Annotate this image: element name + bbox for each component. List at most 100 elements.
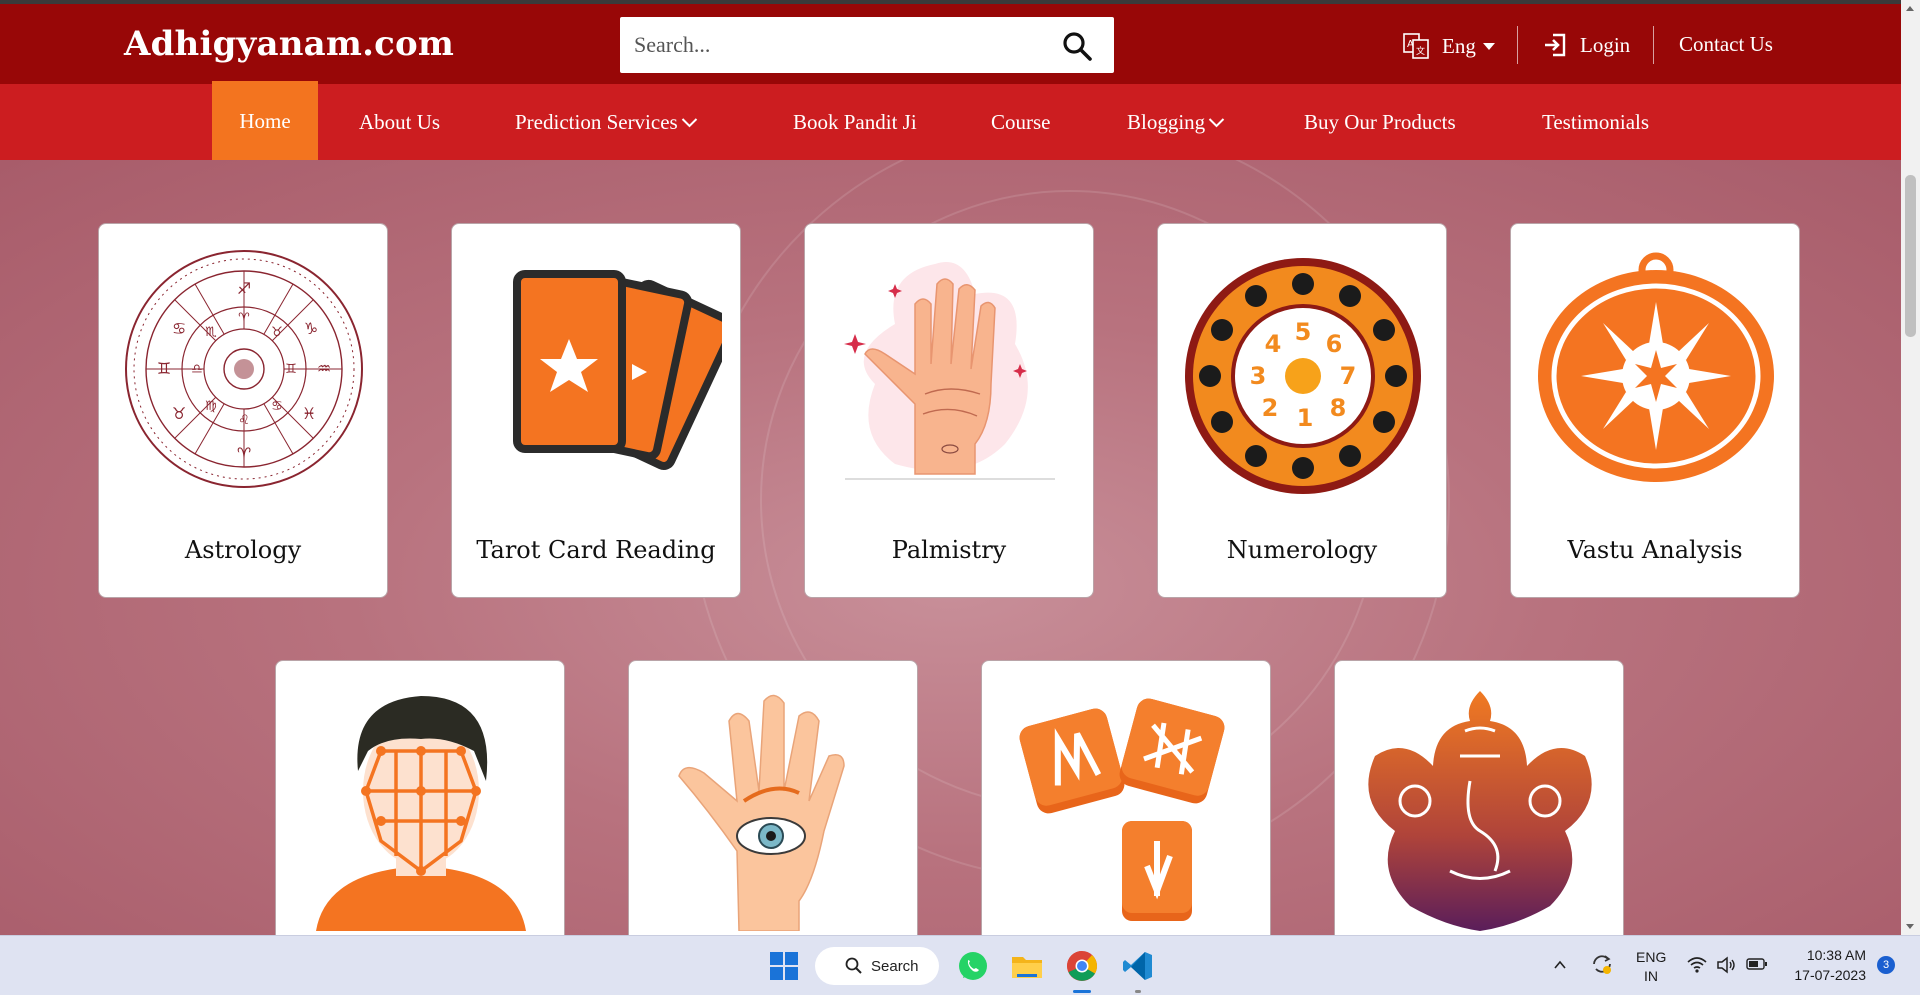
service-title: Vastu Analysis: [1567, 536, 1743, 564]
login-link[interactable]: Login: [1542, 32, 1630, 58]
contact-link[interactable]: Contact Us: [1679, 32, 1773, 57]
service-card-tarot[interactable]: Tarot Card Reading: [451, 223, 741, 598]
service-card-vastu[interactable]: Vastu Analysis: [1510, 223, 1800, 598]
header-divider: [1517, 26, 1518, 64]
chevron-down-icon: [1208, 118, 1225, 128]
services-section: ♈ ♉ ♊ ♋ ♌ ♍ ♎ ♏ ♐ ♑ ♒ ♓ ♈ ♉ ♊ ♋ Astrology Tarot Card…: [0, 160, 1901, 935]
nav-about-us[interactable]: About Us: [359, 84, 440, 160]
svg-text:♑: ♑: [304, 319, 318, 338]
svg-text:♐: ♐: [237, 279, 251, 298]
service-title: Numerology: [1226, 536, 1378, 564]
svg-text:3: 3: [1250, 362, 1267, 390]
search-icon[interactable]: [1062, 31, 1092, 61]
svg-text:♈: ♈: [237, 444, 251, 463]
service-card-runes[interactable]: [981, 660, 1271, 935]
nav-label: Prediction Services: [515, 110, 678, 134]
service-card-astrology[interactable]: ♈ ♉ ♊ ♋ ♌ ♍ ♎ ♏ ♐ ♑ ♒ ♓ ♈ ♉ ♊ ♋ Astrology: [98, 223, 388, 598]
nav-course[interactable]: Course: [991, 84, 1051, 160]
vastu-sun-icon: [1538, 252, 1774, 482]
region-code: IN: [1644, 968, 1658, 984]
nav-label: Buy Our Products: [1304, 110, 1456, 134]
svg-text:4: 4: [1265, 330, 1282, 358]
chevron-down-icon: [681, 118, 697, 128]
nav-label: About Us: [359, 110, 441, 134]
svg-text:7: 7: [1340, 362, 1357, 390]
os-taskbar: Search ENG IN 10:38 AM 17-07-2023 3: [0, 935, 1920, 995]
notification-badge[interactable]: 3: [1877, 956, 1895, 974]
ganesha-icon: [1368, 691, 1592, 931]
clock-date: 17-07-2023: [1794, 967, 1866, 983]
sync-icon[interactable]: [1590, 952, 1614, 976]
language-selector[interactable]: A 文 Eng: [1402, 32, 1496, 60]
nav-book-pandit-ji[interactable]: Book Pandit Ji: [793, 84, 917, 160]
hand-eye-icon: [678, 694, 845, 931]
translate-icon: A 文: [1403, 33, 1429, 59]
chrome-icon[interactable]: [1064, 948, 1100, 984]
language-label: Eng: [1442, 33, 1476, 58]
file-explorer-icon[interactable]: [1009, 948, 1045, 984]
numerology-wheel-icon: 4 5 6 7 812 3: [1185, 258, 1421, 494]
svg-text:5: 5: [1295, 318, 1312, 346]
nav-home[interactable]: Home: [212, 81, 318, 161]
svg-text:6: 6: [1326, 330, 1343, 358]
svg-text:♌: ♌: [238, 413, 250, 428]
palm-lines-icon: [844, 262, 1055, 480]
battery-icon[interactable]: [1746, 957, 1768, 971]
service-card-hand-eye[interactable]: [628, 660, 918, 935]
svg-text:1: 1: [1297, 404, 1314, 432]
wifi-icon[interactable]: [1686, 956, 1708, 974]
svg-text:♓: ♓: [302, 404, 316, 423]
svg-text:♊: ♊: [157, 359, 171, 378]
svg-text:♒: ♒: [317, 359, 331, 378]
search-icon: [845, 957, 862, 974]
service-title: Tarot Card Reading: [476, 536, 716, 564]
input-language[interactable]: ENG IN: [1636, 948, 1666, 986]
taskbar-search-label: Search: [871, 957, 919, 975]
svg-text:♉: ♉: [172, 404, 186, 423]
nav-label: Testimonials: [1542, 110, 1650, 134]
nav-label: Book Pandit Ji: [793, 110, 917, 134]
scroll-down-icon[interactable]: [1906, 924, 1914, 929]
svg-text:♋: ♋: [271, 399, 283, 414]
service-card-ganesha[interactable]: [1334, 660, 1624, 935]
scroll-up-icon[interactable]: [1906, 6, 1914, 11]
search-box: [620, 17, 1114, 73]
svg-text:♉: ♉: [271, 325, 283, 340]
service-card-palmistry[interactable]: Palmistry: [804, 223, 1094, 598]
nav-label: Home: [239, 109, 291, 133]
taskbar-search[interactable]: Search: [815, 947, 939, 985]
windows-start-icon[interactable]: [766, 948, 802, 984]
svg-text:文: 文: [1416, 45, 1425, 57]
vscode-icon[interactable]: [1120, 948, 1156, 984]
service-title: Palmistry: [891, 536, 1007, 564]
nav-blogging[interactable]: Blogging: [1127, 84, 1225, 160]
scrollbar-thumb[interactable]: [1905, 175, 1916, 337]
search-input[interactable]: [620, 17, 1040, 73]
page-scrollbar[interactable]: [1901, 0, 1920, 935]
chevron-up-icon[interactable]: [1553, 958, 1567, 972]
svg-text:♍: ♍: [205, 399, 217, 414]
svg-text:♎: ♎: [191, 362, 203, 377]
zodiac-wheel-icon: ♈ ♉ ♊ ♋ ♌ ♍ ♎ ♏ ♐ ♑ ♒ ♓ ♈ ♉ ♊ ♋: [125, 250, 363, 488]
volume-icon[interactable]: [1716, 955, 1738, 975]
language-code: ENG: [1636, 949, 1667, 965]
whatsapp-icon[interactable]: [955, 948, 991, 984]
service-card-numerology[interactable]: 456 7 812 3 Numerology: [1157, 223, 1447, 598]
clock-time: 10:38 AM: [1806, 947, 1866, 963]
running-app-indicator: [1135, 990, 1141, 993]
nav-buy-our-products[interactable]: Buy Our Products: [1304, 84, 1456, 160]
svg-text:8: 8: [1330, 394, 1347, 422]
site-header: Adhigyanam.com A 文 Eng Login Contact Us: [0, 4, 1901, 84]
svg-text:2: 2: [1262, 394, 1279, 422]
nav-prediction-services[interactable]: Prediction Services: [515, 84, 698, 160]
service-card-face-reading[interactable]: [275, 660, 565, 935]
svg-text:A: A: [1407, 39, 1414, 50]
nav-label: Course: [991, 110, 1051, 134]
system-clock[interactable]: 10:38 AM 17-07-2023: [1784, 945, 1866, 985]
nav-testimonials[interactable]: Testimonials: [1542, 84, 1649, 160]
service-title: Astrology: [184, 536, 302, 564]
login-label: Login: [1580, 32, 1631, 57]
svg-text:♏: ♏: [205, 325, 217, 340]
active-app-indicator: [1073, 990, 1091, 993]
site-logo[interactable]: Adhigyanam.com: [124, 24, 454, 64]
